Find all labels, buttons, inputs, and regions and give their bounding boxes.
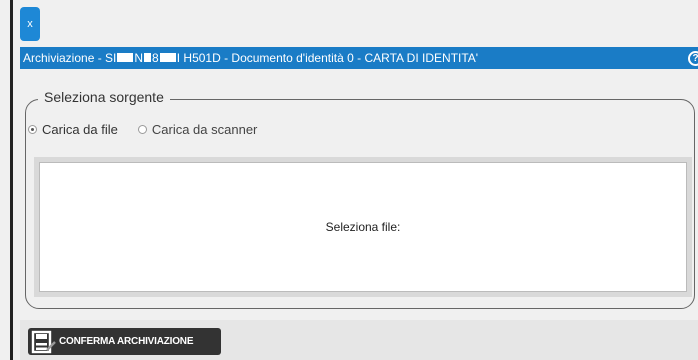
confirm-button-label: CONFERMA ARCHIVIAZIONE <box>59 336 194 347</box>
title-text-suffix: I H501D - Documento d'identità 0 - CARTA… <box>176 51 479 65</box>
file-drop-zone[interactable]: Seleziona file: <box>39 162 687 292</box>
drop-zone-label: Seleziona file: <box>325 220 401 234</box>
source-selection-panel: Seleziona sorgente Carica da file Carica… <box>25 89 695 309</box>
redaction-mark <box>117 53 134 63</box>
help-icon[interactable]: ? <box>688 51 698 66</box>
dialog-title-bar: Archiviazione - SI N 8 I H501D - Documento … <box>20 47 698 69</box>
close-button[interactable]: x <box>20 7 40 41</box>
radio-carica-da-file[interactable] <box>28 125 37 134</box>
file-drop-frame: Seleziona file: <box>34 157 692 297</box>
dialog-footer: CONFERMA ARCHIVIAZIONE <box>20 320 698 360</box>
redaction-mark <box>159 53 176 63</box>
radio-label-scanner[interactable]: Carica da scanner <box>152 122 258 137</box>
title-text-prefix: Archiviazione - SI <box>23 51 117 65</box>
title-text-mid1: N <box>134 51 144 65</box>
redaction-mark <box>144 53 152 63</box>
confirm-archiviazione-button[interactable]: CONFERMA ARCHIVIAZIONE <box>28 328 221 355</box>
panel-legend: Seleziona sorgente <box>38 89 170 105</box>
title-text-mid2: 8 <box>152 51 159 65</box>
radio-carica-da-scanner[interactable] <box>137 125 147 134</box>
source-radio-group: Carica da file Carica da scanner <box>28 122 257 137</box>
close-icon: x <box>27 18 33 30</box>
save-disk-icon <box>31 330 56 353</box>
radio-label-file[interactable]: Carica da file <box>42 122 118 137</box>
left-border <box>0 0 13 360</box>
